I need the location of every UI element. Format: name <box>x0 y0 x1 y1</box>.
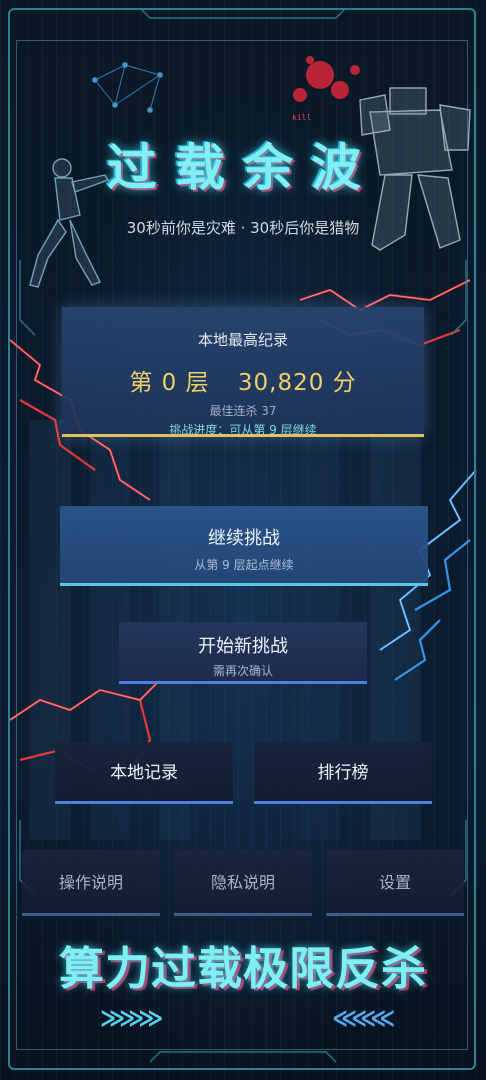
button-underline <box>119 681 367 684</box>
local-record-card: 本地最高纪录 第 0 层 30,820 分 最佳连杀 37 挑战进度：可从第 9… <box>62 307 424 437</box>
privacy-label: 隐私说明 <box>210 873 275 892</box>
arrows-left-icon: ≪≪≪ <box>332 1004 395 1032</box>
continue-challenge-label: 继续挑战 <box>208 528 280 549</box>
local-records-button[interactable]: 本地记录 <box>55 742 233 804</box>
new-challenge-sublabel: 需再次确认 <box>212 664 273 678</box>
leaderboard-button[interactable]: 排行榜 <box>254 742 432 804</box>
game-subtitle: 30秒前你是灾难 · 30秒后你是猎物 <box>126 219 360 237</box>
record-floor: 第 0 层 <box>129 370 210 396</box>
button-underline <box>326 913 464 916</box>
arrows-right-icon: ≫≫≫ <box>100 1004 163 1032</box>
instructions-label: 操作说明 <box>58 873 123 892</box>
button-underline <box>60 583 428 586</box>
button-underline <box>174 913 312 916</box>
button-underline <box>55 801 233 804</box>
game-title: 过载余波 <box>107 139 379 197</box>
continue-challenge-sublabel: 从第 9 层起点继续 <box>194 558 294 572</box>
privacy-button[interactable]: 隐私说明 <box>174 850 312 916</box>
new-challenge-label: 开始新挑战 <box>198 636 288 657</box>
instructions-button[interactable]: 操作说明 <box>22 850 160 916</box>
button-underline <box>22 913 160 916</box>
settings-label: 设置 <box>378 873 411 892</box>
new-challenge-button[interactable]: 开始新挑战 需再次确认 <box>119 622 367 684</box>
record-label: 本地最高纪录 <box>197 331 288 349</box>
settings-button[interactable]: 设置 <box>326 850 464 916</box>
record-main: 第 0 层 30,820 分 <box>62 363 424 397</box>
record-underline <box>62 434 424 437</box>
continue-challenge-button[interactable]: 继续挑战 从第 9 层起点继续 <box>60 506 428 586</box>
leaderboard-label: 排行榜 <box>317 763 369 783</box>
slogan-banner: 算力过载极限反杀 <box>58 942 427 995</box>
record-best-streak: 最佳连杀 37 <box>209 404 277 418</box>
button-underline <box>254 801 432 804</box>
record-score: 30,820 分 <box>237 370 357 396</box>
local-records-label: 本地记录 <box>110 763 178 783</box>
